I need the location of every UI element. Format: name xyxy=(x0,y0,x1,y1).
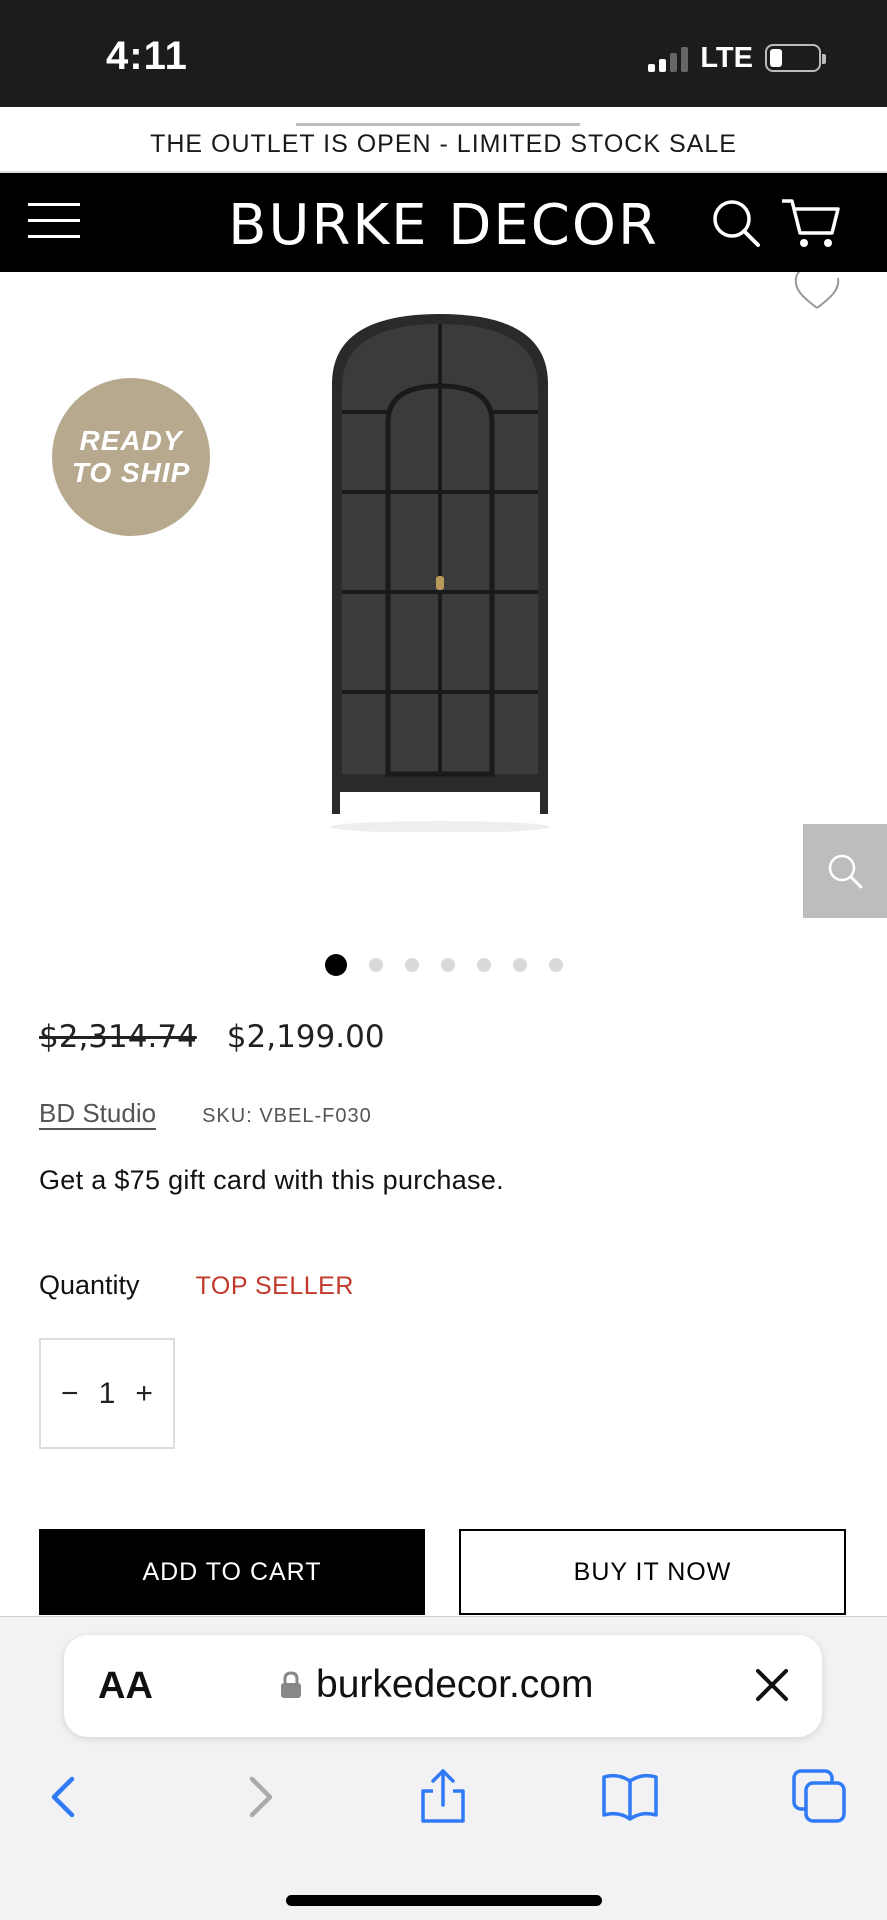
address-bar[interactable]: AA burkedecor.com xyxy=(64,1635,822,1737)
share-icon[interactable] xyxy=(413,1767,473,1827)
bookmarks-icon[interactable] xyxy=(600,1767,660,1827)
signal-icon xyxy=(648,44,689,72)
heart-icon[interactable] xyxy=(790,272,844,312)
browser-toolbar xyxy=(0,1767,887,1847)
product-meta: BD Studio SKU: VBEL-F030 xyxy=(39,1098,372,1129)
quantity-row: Quantity TOP SELLER xyxy=(39,1270,354,1301)
status-bar: 4:11 LTE xyxy=(0,0,887,107)
gallery-dot[interactable] xyxy=(368,958,383,972)
price-block: $2,314.74 $2,199.00 xyxy=(39,1019,385,1055)
battery-icon xyxy=(765,44,826,72)
gallery-dot[interactable] xyxy=(548,958,563,972)
gallery-dot[interactable] xyxy=(440,958,455,972)
announcement-bar[interactable]: THE OUTLET IS OPEN - LIMITED STOCK SALE xyxy=(0,107,887,173)
network-label: LTE xyxy=(700,41,753,74)
product-gallery[interactable]: READY TO SHIP xyxy=(0,272,887,922)
product-image[interactable] xyxy=(320,312,560,832)
original-price: $2,314.74 xyxy=(39,1019,197,1055)
add-to-cart-button[interactable]: ADD TO CART xyxy=(39,1529,425,1615)
text-size-button[interactable]: AA xyxy=(98,1665,153,1708)
url-text: burkedecor.com xyxy=(316,1663,594,1706)
back-icon[interactable] xyxy=(36,1767,96,1827)
quantity-label: Quantity xyxy=(39,1270,140,1300)
gallery-dot[interactable] xyxy=(476,958,491,972)
forward-icon[interactable] xyxy=(228,1767,288,1827)
badge-line-1: READY xyxy=(79,425,183,456)
gallery-pagination xyxy=(0,953,887,977)
url-display[interactable]: burkedecor.com xyxy=(280,1663,593,1707)
announcement-divider xyxy=(296,123,580,126)
zoom-icon[interactable] xyxy=(803,824,887,918)
text-size-label: AA xyxy=(98,1665,153,1707)
badge-line-2: TO SHIP xyxy=(71,457,191,488)
status-time: 4:11 xyxy=(106,34,188,78)
home-indicator[interactable] xyxy=(286,1895,602,1906)
site-header: BURKE DECOR xyxy=(0,173,887,272)
top-seller-badge: TOP SELLER xyxy=(195,1272,354,1300)
quantity-stepper[interactable]: − 1 + xyxy=(39,1338,175,1449)
browser-chrome: AA burkedecor.com xyxy=(0,1616,887,1920)
ready-to-ship-badge: READY TO SHIP xyxy=(52,378,210,536)
increase-button[interactable]: + xyxy=(135,1377,153,1411)
announcement-text: THE OUTLET IS OPEN - LIMITED STOCK SALE xyxy=(150,129,737,158)
gallery-dot[interactable] xyxy=(324,954,347,976)
sku-label: SKU: VBEL-F030 xyxy=(202,1105,372,1127)
quantity-value[interactable]: 1 xyxy=(99,1377,116,1411)
gift-card-promo: Get a $75 gift card with this purchase. xyxy=(39,1165,504,1195)
search-icon[interactable] xyxy=(710,197,762,249)
vendor-link[interactable]: BD Studio xyxy=(39,1098,156,1129)
tabs-icon[interactable] xyxy=(790,1767,850,1827)
lock-icon xyxy=(281,1671,301,1698)
gallery-dot[interactable] xyxy=(512,958,527,972)
buy-now-button[interactable]: BUY IT NOW xyxy=(459,1529,846,1615)
cart-icon[interactable] xyxy=(780,195,842,251)
decrease-button[interactable]: − xyxy=(61,1377,79,1411)
gallery-dot[interactable] xyxy=(404,958,419,972)
close-icon[interactable] xyxy=(752,1665,792,1705)
status-indicators: LTE xyxy=(648,40,827,76)
sale-price: $2,199.00 xyxy=(226,1019,385,1055)
